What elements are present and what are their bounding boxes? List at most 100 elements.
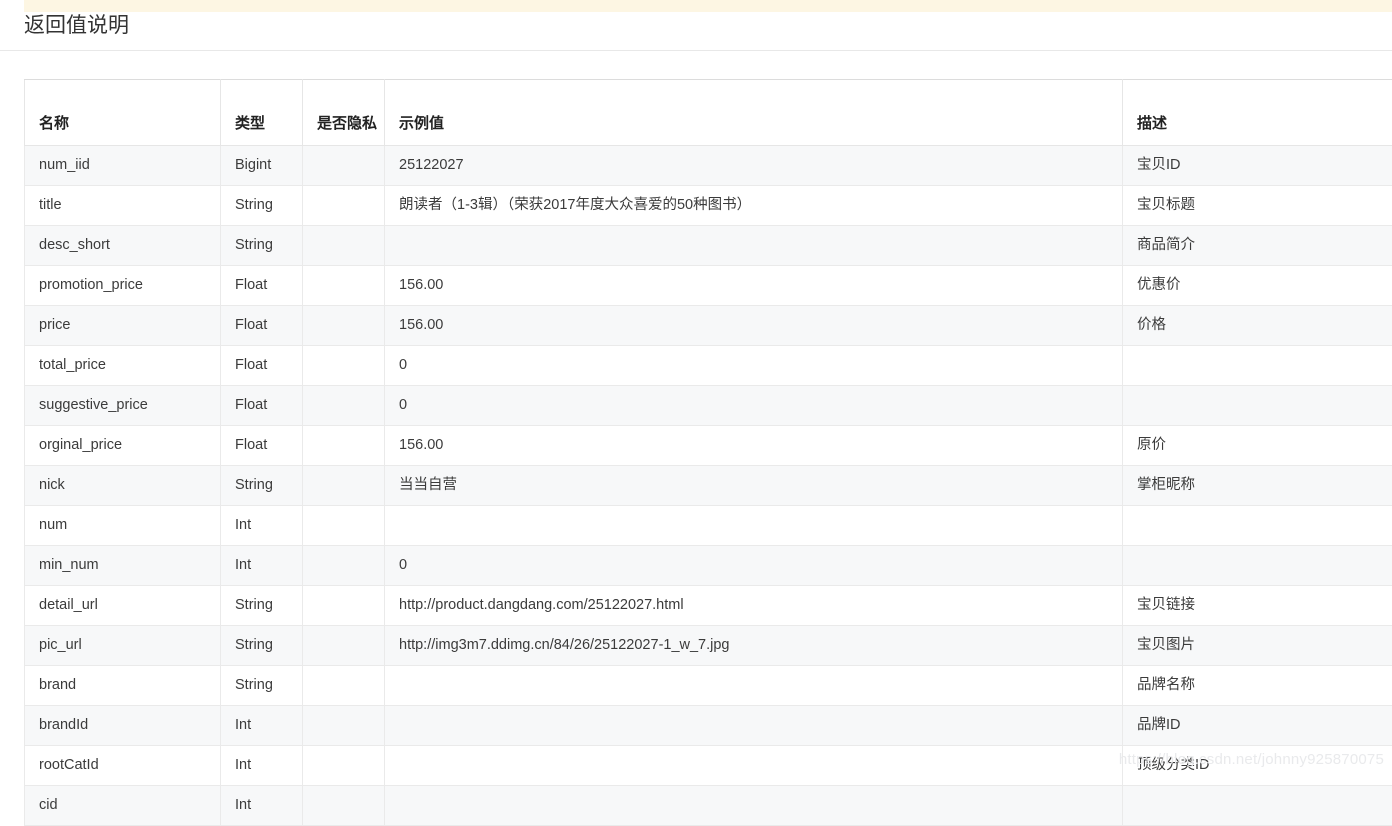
cell-field-desc: 宝贝标题 bbox=[1123, 186, 1392, 226]
cell-field-type: Int bbox=[221, 786, 303, 826]
cell-field-desc: 价格 bbox=[1123, 306, 1392, 346]
cell-field-name: num bbox=[25, 506, 221, 546]
cell-field-desc bbox=[1123, 546, 1392, 586]
cell-field-desc: 宝贝图片 bbox=[1123, 626, 1392, 666]
table-header-row: 名称 类型 是否隐私 示例值 描述 bbox=[25, 80, 1392, 146]
table-row: numInt bbox=[25, 506, 1392, 546]
cell-field-type: Int bbox=[221, 706, 303, 746]
table-row: priceFloat 156.00价格 bbox=[25, 306, 1392, 346]
table-row: rootCatIdInt 顶级分类ID bbox=[25, 746, 1392, 786]
cell-field-sample: 25122027 bbox=[385, 146, 1123, 186]
table-row: min_numInt 0 bbox=[25, 546, 1392, 586]
cell-field-name: price bbox=[25, 306, 221, 346]
cell-field-private bbox=[303, 786, 385, 826]
cell-field-name: suggestive_price bbox=[25, 386, 221, 426]
return-value-table: 名称 类型 是否隐私 示例值 描述 num_iidBigint25122027宝… bbox=[24, 79, 1392, 826]
cell-field-name: orginal_price bbox=[25, 426, 221, 466]
cell-field-name: cid bbox=[25, 786, 221, 826]
table-row: suggestive_priceFloat 0 bbox=[25, 386, 1392, 426]
cell-field-sample bbox=[385, 666, 1123, 706]
cell-field-type: String bbox=[221, 186, 303, 226]
cell-field-desc bbox=[1123, 786, 1392, 826]
cell-field-desc: 顶级分类ID bbox=[1123, 746, 1392, 786]
cell-field-desc: 宝贝ID bbox=[1123, 146, 1392, 186]
cell-field-type: Int bbox=[221, 506, 303, 546]
cell-field-type: Float bbox=[221, 386, 303, 426]
return-value-table-wrapper: 名称 类型 是否隐私 示例值 描述 num_iidBigint25122027宝… bbox=[24, 79, 1392, 826]
cell-field-type: String bbox=[221, 226, 303, 266]
cell-field-sample: 0 bbox=[385, 346, 1123, 386]
column-header-name: 名称 bbox=[25, 80, 221, 146]
cell-field-sample: 156.00 bbox=[385, 426, 1123, 466]
table-row: promotion_priceFloat 156.00优惠价 bbox=[25, 266, 1392, 306]
cell-field-desc: 宝贝链接 bbox=[1123, 586, 1392, 626]
cell-field-type: String bbox=[221, 466, 303, 506]
cell-field-name: title bbox=[25, 186, 221, 226]
cell-field-private bbox=[303, 346, 385, 386]
cell-field-private bbox=[303, 266, 385, 306]
cell-field-type: String bbox=[221, 666, 303, 706]
cell-field-type: Int bbox=[221, 546, 303, 586]
page-container: 返回值说明 名称 类型 是否隐私 示例值 描述 num_iidBigint251… bbox=[0, 0, 1392, 826]
table-header: 名称 类型 是否隐私 示例值 描述 bbox=[25, 80, 1392, 146]
cell-field-private bbox=[303, 706, 385, 746]
cell-field-desc bbox=[1123, 346, 1392, 386]
cell-field-private bbox=[303, 546, 385, 586]
cell-field-name: min_num bbox=[25, 546, 221, 586]
cell-field-type: String bbox=[221, 586, 303, 626]
table-row: brandIdInt品牌ID bbox=[25, 706, 1392, 746]
table-row: num_iidBigint25122027宝贝ID bbox=[25, 146, 1392, 186]
cell-field-sample: 0 bbox=[385, 546, 1123, 586]
cell-field-sample bbox=[385, 506, 1123, 546]
cell-field-private bbox=[303, 586, 385, 626]
column-header-desc: 描述 bbox=[1123, 80, 1392, 146]
cell-field-name: rootCatId bbox=[25, 746, 221, 786]
cell-field-sample bbox=[385, 706, 1123, 746]
cell-field-private bbox=[303, 146, 385, 186]
cell-field-name: desc_short bbox=[25, 226, 221, 266]
cell-field-private bbox=[303, 426, 385, 466]
cell-field-type: String bbox=[221, 626, 303, 666]
column-header-type: 类型 bbox=[221, 80, 303, 146]
cell-field-type: Float bbox=[221, 266, 303, 306]
cell-field-private bbox=[303, 626, 385, 666]
cell-field-private bbox=[303, 186, 385, 226]
cell-field-type: Float bbox=[221, 306, 303, 346]
cell-field-sample: http://img3m7.ddimg.cn/84/26/25122027-1_… bbox=[385, 626, 1123, 666]
cell-field-private bbox=[303, 506, 385, 546]
cell-field-desc: 品牌ID bbox=[1123, 706, 1392, 746]
cell-field-desc: 品牌名称 bbox=[1123, 666, 1392, 706]
table-row: orginal_priceFloat156.00原价 bbox=[25, 426, 1392, 466]
cell-field-private bbox=[303, 466, 385, 506]
cell-field-type: Int bbox=[221, 746, 303, 786]
cell-field-desc: 原价 bbox=[1123, 426, 1392, 466]
cell-field-sample: 156.00 bbox=[385, 306, 1123, 346]
cell-field-sample: http://product.dangdang.com/25122027.htm… bbox=[385, 586, 1123, 626]
cell-field-name: pic_url bbox=[25, 626, 221, 666]
cell-field-name: nick bbox=[25, 466, 221, 506]
cell-field-sample: 156.00 bbox=[385, 266, 1123, 306]
cell-field-desc: 优惠价 bbox=[1123, 266, 1392, 306]
table-row: total_priceFloat0 bbox=[25, 346, 1392, 386]
cell-field-desc: 商品简介 bbox=[1123, 226, 1392, 266]
column-header-sample: 示例值 bbox=[385, 80, 1123, 146]
table-row: brandString 品牌名称 bbox=[25, 666, 1392, 706]
cell-field-desc bbox=[1123, 506, 1392, 546]
table-row: nickString当当自营掌柜昵称 bbox=[25, 466, 1392, 506]
cell-field-sample: 0 bbox=[385, 386, 1123, 426]
cell-field-private bbox=[303, 386, 385, 426]
cell-field-name: num_iid bbox=[25, 146, 221, 186]
cell-field-sample bbox=[385, 786, 1123, 826]
cell-field-type: Float bbox=[221, 346, 303, 386]
table-row: detail_urlStringhttp://product.dangdang.… bbox=[25, 586, 1392, 626]
table-row: cidInt bbox=[25, 786, 1392, 826]
cell-field-private bbox=[303, 666, 385, 706]
table-row: desc_shortString 商品简介 bbox=[25, 226, 1392, 266]
cell-field-name: brand bbox=[25, 666, 221, 706]
cell-field-private bbox=[303, 306, 385, 346]
cell-field-sample bbox=[385, 746, 1123, 786]
cell-field-private bbox=[303, 746, 385, 786]
cell-field-name: promotion_price bbox=[25, 266, 221, 306]
cell-field-desc bbox=[1123, 386, 1392, 426]
cell-field-sample bbox=[385, 226, 1123, 266]
